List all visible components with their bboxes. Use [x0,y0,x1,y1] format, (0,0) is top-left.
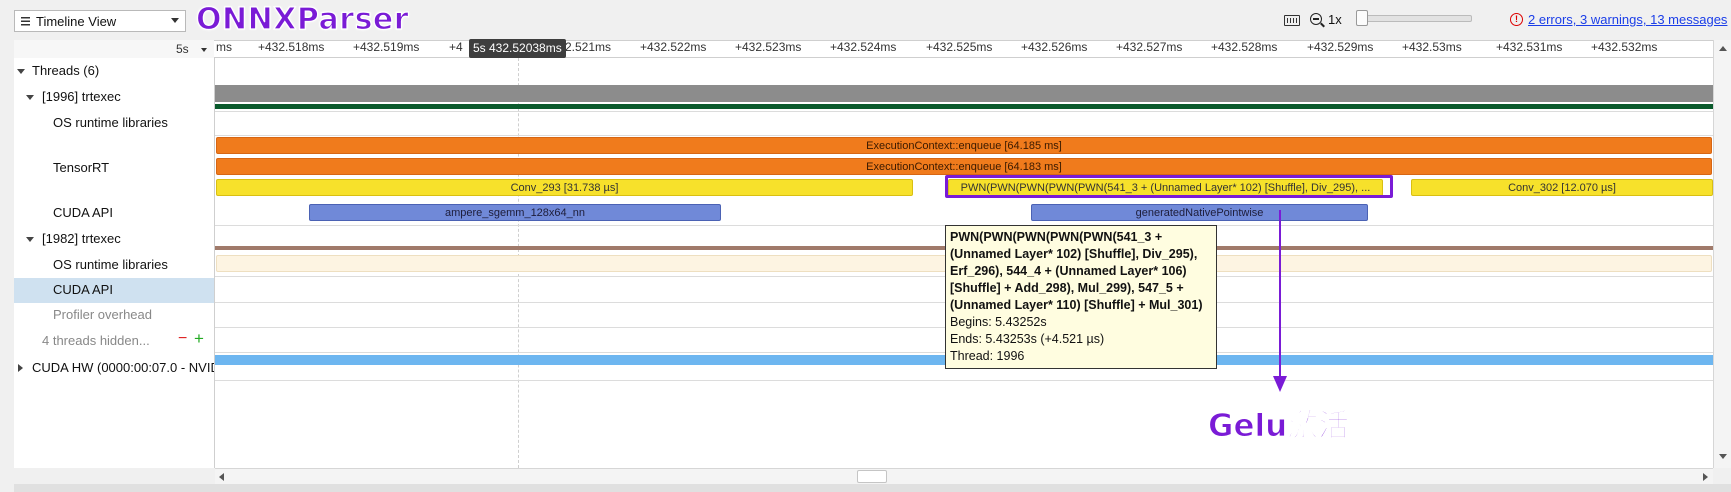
row-highlight [14,278,214,303]
scroll-left-icon[interactable] [219,473,224,481]
tick-label: +432.518ms [258,40,325,54]
triangle-down-icon[interactable] [26,95,34,100]
zoom-slider[interactable] [1358,15,1472,22]
annotation-title: ONNXParser [195,1,410,37]
thread-activity-bar[interactable] [215,85,1713,102]
tick-label: +432.529ms [1307,40,1374,54]
annotation-arrow [1273,210,1287,392]
row-label: OS runtime libraries [53,257,168,272]
tick-label: +432.523ms [735,40,802,54]
row-divider [215,111,1713,112]
horizontal-scrollbar[interactable] [215,468,1713,485]
threads-header: Threads (6) [32,63,100,78]
view-select[interactable]: Timeline View [14,10,186,32]
tooltip-thread: Thread: 1996 [950,349,1025,363]
tooltip-ends: Ends: 5.43253s (+4.521 µs) [950,332,1105,346]
tick-label: +432.532ms [1591,40,1658,54]
keyboard-icon[interactable] [1284,15,1300,26]
tick-label: ms [216,40,232,54]
chevron-down-icon [171,18,179,23]
row-label: TensorRT [53,160,110,175]
thread-label: [1982] trtexec [42,231,121,246]
tick-label: +432.522ms [640,40,707,54]
row-label: OS runtime libraries [53,115,168,130]
tick-label: 2.521ms [565,40,612,54]
tick-label: +432.527ms [1116,40,1183,54]
triangle-down-icon[interactable] [26,237,34,242]
hamburger-icon [21,16,30,26]
threads-hidden-label: 4 threads hidden... [42,333,150,348]
thread-label: [1996] trtexec [42,89,121,104]
scroll-up-icon[interactable] [1719,46,1727,51]
tick-label: +432.525ms [926,40,993,54]
show-thread-button[interactable]: + [194,329,204,349]
tick-label: +432.526ms [1021,40,1088,54]
view-select-label: Timeline View [36,13,117,29]
triangle-down-icon[interactable] [17,69,25,74]
error-icon: ! [1510,13,1523,26]
row-label: CUDA HW (0000:00:07.0 - NVIDI [32,360,214,375]
vertical-scrollbar[interactable] [1713,40,1731,468]
zoom-level: 1x [1328,12,1342,27]
thread-activity-bar[interactable] [215,104,1713,109]
scroll-right-icon[interactable] [1703,473,1708,481]
range-tooltip: PWN(PWN(PWN(PWN(PWN(541_3 + (Unnamed Lay… [945,225,1217,369]
chevron-down-icon[interactable] [201,48,207,52]
enqueue-range[interactable]: ExecutionContext::enqueue [64.183 ms] [216,158,1712,175]
layer-range[interactable]: Conv_293 [31.738 µs] [216,179,913,196]
hide-thread-button[interactable]: − [178,330,187,348]
tooltip-title: PWN(PWN(PWN(PWN(PWN(541_3 + (Unnamed Lay… [950,230,1203,312]
row-label: CUDA API [53,282,113,297]
kernel-range[interactable]: ampere_sgemm_128x64_nn [309,204,721,221]
tick-label: +432.524ms [830,40,897,54]
ruler-unit[interactable]: 5s [176,42,189,56]
diagnostics-link[interactable]: 2 errors, 3 warnings, 13 messages [1528,12,1727,27]
horizontal-scroll-thumb[interactable] [857,470,887,483]
zoom-icon[interactable] [1310,13,1322,25]
tick-label: +432.528ms [1211,40,1278,54]
layer-range[interactable]: Conv_302 [12.070 µs] [1411,179,1713,196]
scroll-down-icon[interactable] [1719,454,1727,459]
cursor-time-badge: 5s 432.52038ms [469,39,566,58]
status-strip [14,484,1731,492]
tick-label: +432.53ms [1402,40,1462,54]
triangle-right-icon[interactable] [18,364,23,372]
tick-label: +4 [449,40,463,54]
row-label: Profiler overhead [53,307,152,322]
selection-highlight [945,175,1393,198]
tick-label: +432.519ms [353,40,420,54]
tick-label: +432.531ms [1496,40,1563,54]
kernel-range[interactable]: generatedNativePointwise [1031,204,1368,221]
row-label: CUDA API [53,205,113,220]
enqueue-range[interactable]: ExecutionContext::enqueue [64.185 ms] [216,137,1712,154]
row-divider [215,135,1713,136]
tooltip-begins: Begins: 5.43252s [950,315,1047,329]
annotation-label: Gelu激活 [1207,408,1350,445]
row-divider [215,380,1713,381]
zoom-slider-thumb[interactable] [1356,10,1368,26]
